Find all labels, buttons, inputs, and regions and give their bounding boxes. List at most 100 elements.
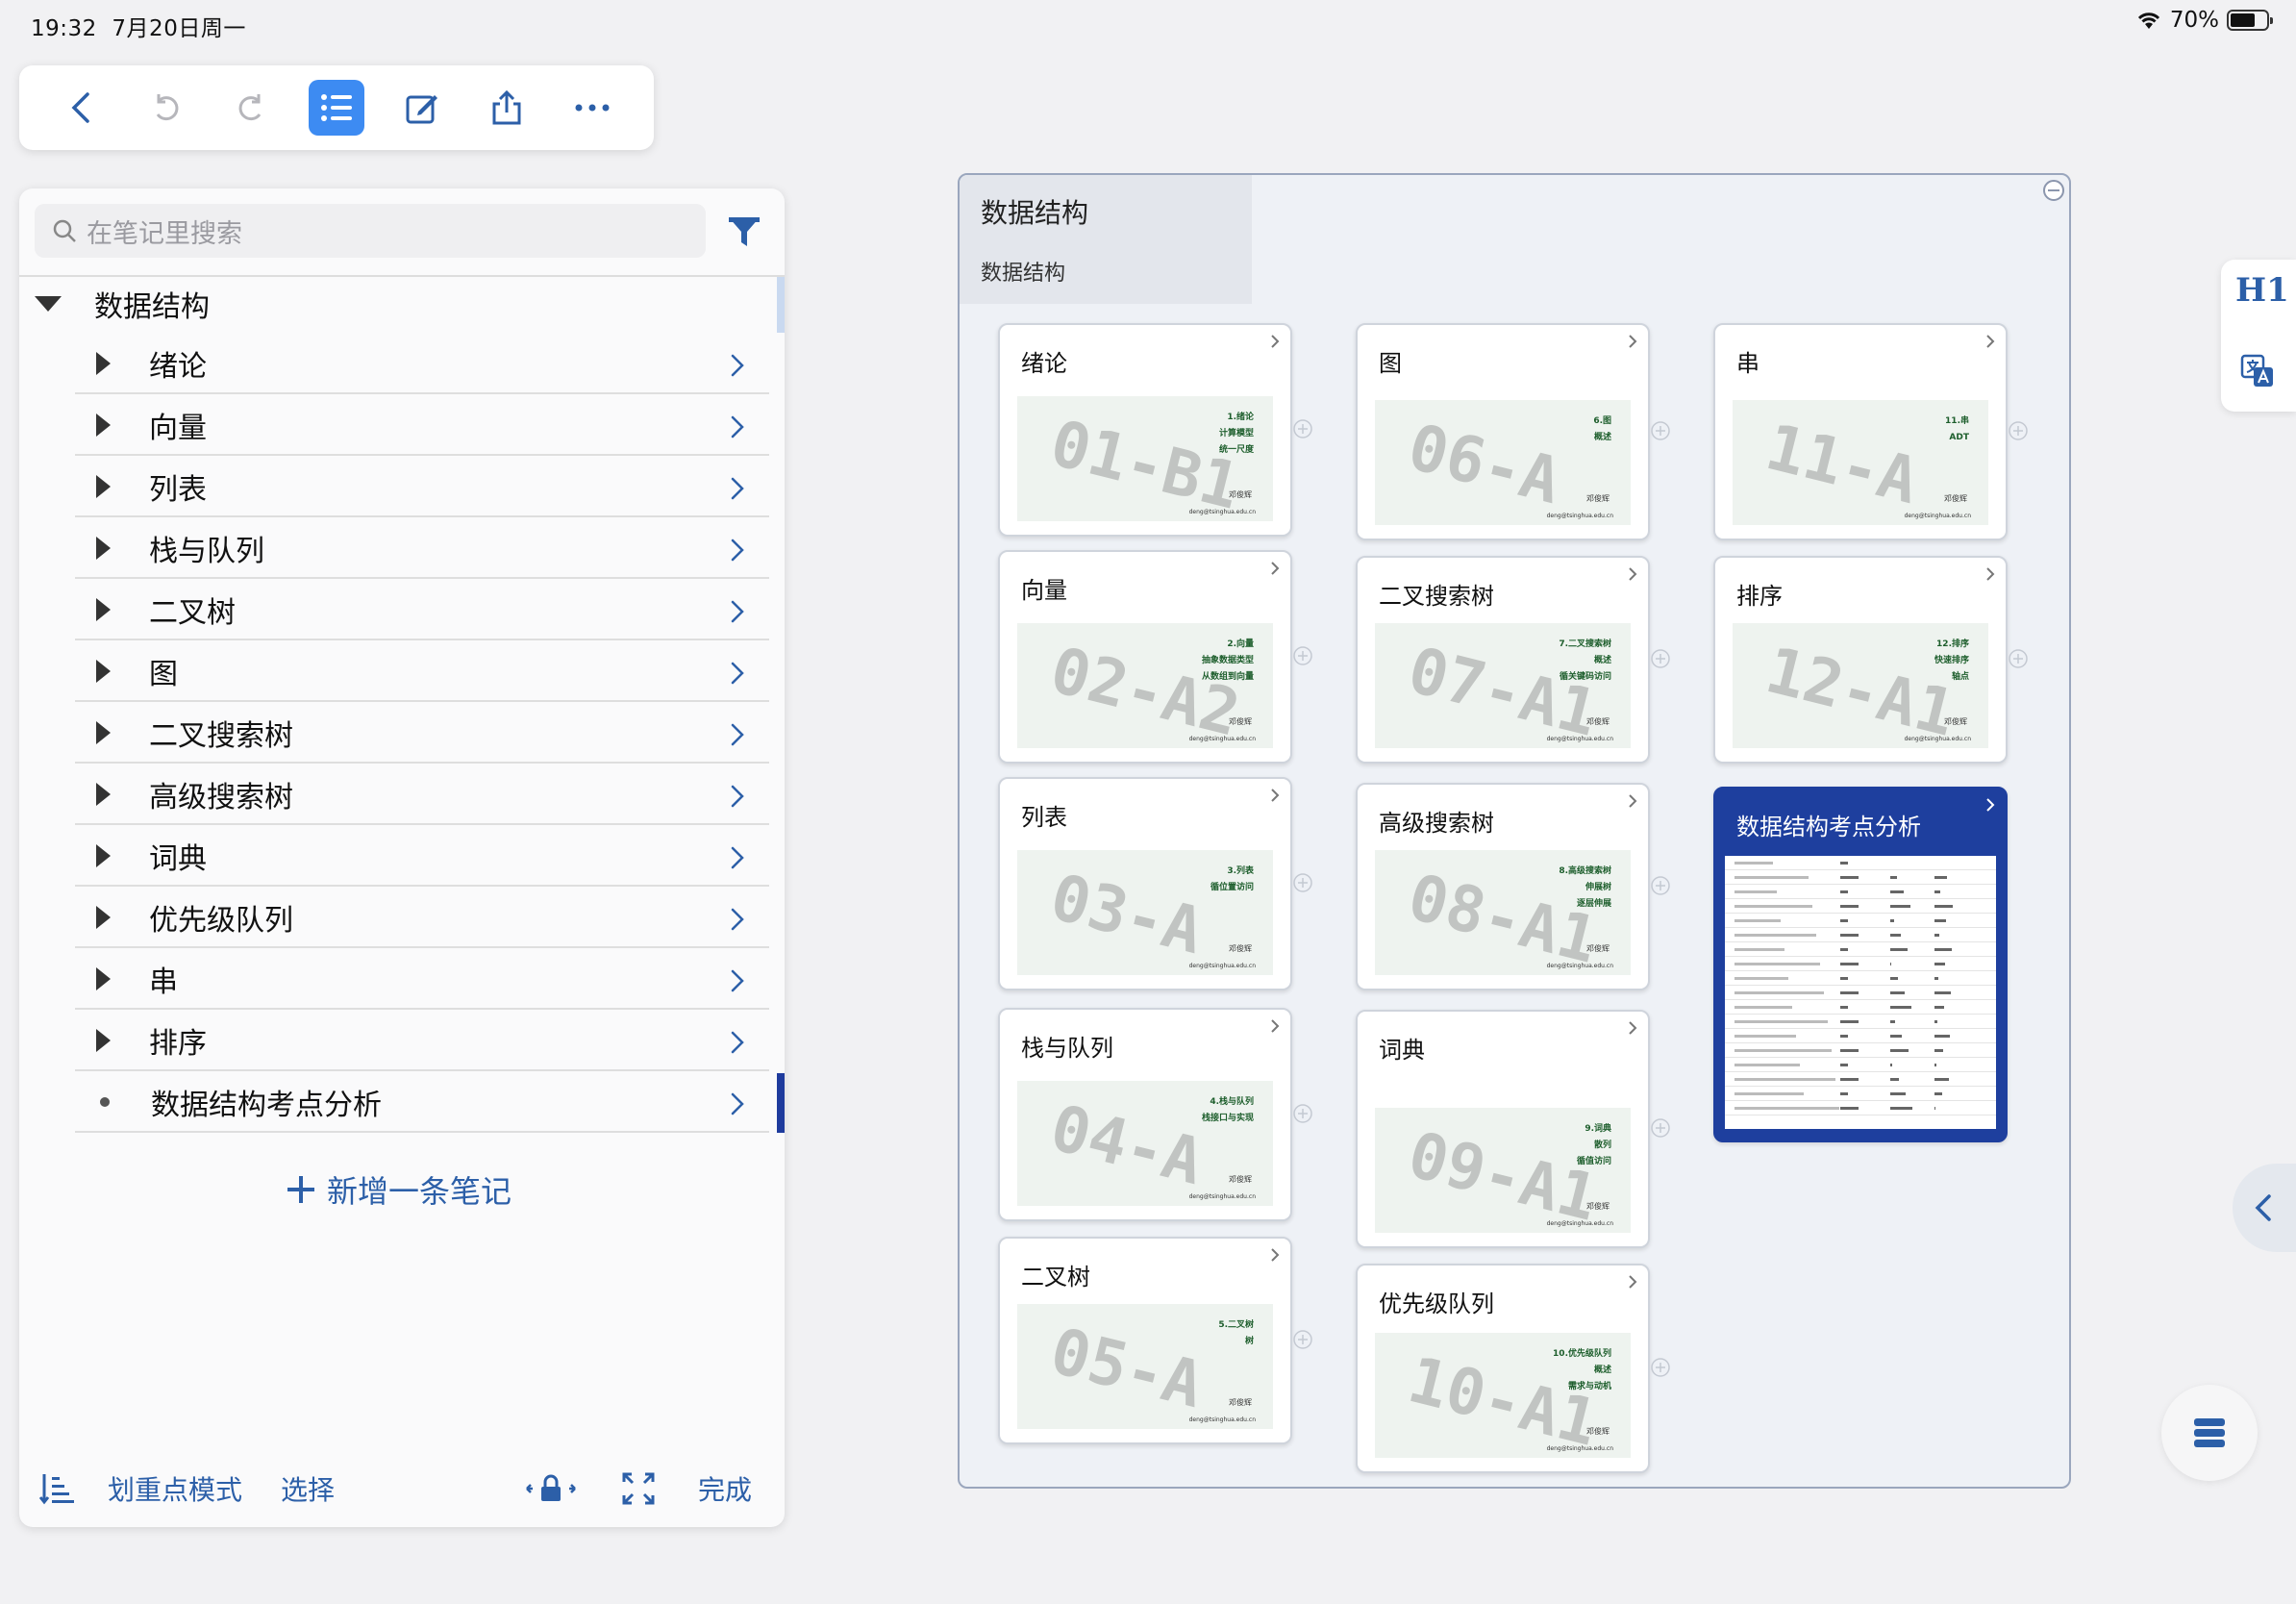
search-input[interactable]: 在笔记里搜索 [35,204,706,258]
chevron-right-icon[interactable] [729,1090,746,1117]
chevron-right-icon[interactable] [1627,565,1638,583]
expand-triangle-icon[interactable] [96,537,111,560]
tree-item[interactable]: 二叉树 [75,581,769,640]
mindmap-card[interactable]: 排序 12-A1 12.排序 快速排序 轴点 邓俊辉 deng@tsinghua.edu.c… [1713,556,2028,764]
expand-triangle-icon[interactable] [96,967,111,990]
expand-triangle-icon[interactable] [96,660,111,683]
add-child-icon[interactable] [1650,420,1671,441]
add-child-icon[interactable] [1292,645,1313,666]
chevron-right-icon[interactable] [1269,787,1281,804]
chevron-right-icon[interactable] [729,906,746,933]
chevron-right-icon[interactable] [729,475,746,502]
chevron-right-icon[interactable] [729,352,746,379]
chevron-right-icon[interactable] [1627,1019,1638,1037]
edit-button[interactable] [394,80,450,136]
expand-panel-button[interactable] [2233,1164,2296,1252]
heading-button[interactable]: H1 [2235,271,2289,310]
layout-menu-button[interactable] [2161,1385,2258,1481]
chevron-right-icon[interactable] [729,1029,746,1056]
mindmap-card[interactable]: 列表 03-A 3.列表 循位置访问 邓俊辉 deng@tsinghua.edu.cn [998,777,1312,990]
chevron-right-icon[interactable] [1627,1273,1638,1291]
translate-icon[interactable] [2240,354,2275,388]
done-button[interactable]: 完成 [698,1469,752,1508]
mindmap-card[interactable]: 数据结构考点分析 [1713,787,2008,1142]
sort-icon[interactable] [38,1471,75,1506]
add-child-icon[interactable] [1292,1103,1313,1124]
add-child-icon[interactable] [2008,648,2029,669]
collapse-button[interactable] [2042,179,2065,206]
chevron-right-icon[interactable] [729,537,746,564]
expand-triangle-icon[interactable] [96,783,111,806]
tree-item[interactable]: 列表 [75,458,769,517]
tree-item[interactable]: 数据结构考点分析 [75,1073,769,1133]
chevron-right-icon[interactable] [1269,1017,1281,1035]
filter-button[interactable] [727,215,761,252]
chevron-right-icon[interactable] [729,783,746,810]
chevron-right-icon[interactable] [1627,333,1638,350]
chevron-right-icon[interactable] [1984,333,1996,350]
expand-triangle-icon[interactable] [96,598,111,621]
add-child-icon[interactable] [1292,1329,1313,1350]
expand-triangle-icon[interactable] [96,352,111,375]
chevron-right-icon[interactable] [1627,792,1638,810]
expand-triangle-icon[interactable] [96,721,111,744]
chevron-right-icon[interactable] [1984,565,1996,583]
add-note-button[interactable]: 新增一条笔记 [285,1167,512,1212]
mark-mode-button[interactable]: 划重点模式 [108,1469,242,1508]
expand-triangle-icon[interactable] [96,1029,111,1052]
chevron-right-icon[interactable] [729,598,746,625]
chevron-right-icon[interactable] [1984,796,1996,814]
outline-view-button[interactable] [308,80,364,136]
chevron-right-icon[interactable] [729,844,746,871]
undo-button[interactable] [138,80,194,136]
lock-direction-icon[interactable] [525,1472,577,1505]
share-button[interactable] [479,80,535,136]
mindmap-card[interactable]: 图 06-A 6.图 概述 邓俊辉 deng@tsinghua.edu.cn [1356,323,1670,540]
mindmap-card[interactable]: 二叉树 05-A 5.二叉树树邓俊辉 deng@tsinghua.edu.cn [998,1237,1312,1444]
mindmap-root-node[interactable]: 数据结构 数据结构 [960,175,1252,304]
add-child-icon[interactable] [1650,1357,1671,1378]
add-child-icon[interactable] [1650,648,1671,669]
add-child-icon[interactable] [1650,875,1671,896]
add-child-icon[interactable] [2008,420,2029,441]
tree-root[interactable]: 数据结构 [19,275,785,331]
mindmap-canvas[interactable]: 数据结构 数据结构 绪论 01-B1 1.绪论 计算模型 统一尺度 邓俊辉 deng@tsi… [958,173,2071,1489]
chevron-right-icon[interactable] [1269,560,1281,577]
more-button[interactable] [564,80,620,136]
expand-triangle-icon[interactable] [96,475,111,498]
chevron-right-icon[interactable] [1269,1246,1281,1264]
mindmap-card[interactable]: 词典 09-A1 9.词典 散列 循值访问 邓俊辉 deng@tsinghua.edu.cn [1356,1010,1670,1248]
tree-item[interactable]: 栈与队列 [75,519,769,579]
add-child-icon[interactable] [1650,1117,1671,1139]
tree-item[interactable]: 串 [75,950,769,1010]
chevron-right-icon[interactable] [729,967,746,994]
tree-item[interactable]: 高级搜索树 [75,765,769,825]
mindmap-card[interactable]: 串 11-A 11.串 ADT 邓俊辉 deng@tsinghua.edu.cn [1713,323,2028,540]
fullscreen-icon[interactable] [621,1471,656,1506]
mindmap-card[interactable]: 二叉搜索树 07-A1 7.二叉搜索树 概述 循关键码访问 邓俊辉 deng@tsinghu… [1356,556,1670,764]
chevron-right-icon[interactable] [729,721,746,748]
collapse-caret-icon[interactable] [35,296,62,312]
tree-item[interactable]: 词典 [75,827,769,887]
select-button[interactable]: 选择 [281,1469,335,1508]
back-button[interactable] [53,80,109,136]
mindmap-card[interactable]: 向量 02-A2 2.向量 抽象数据类型 从数组到向量 邓俊辉 deng@tsinghua.… [998,550,1312,764]
mindmap-card[interactable]: 高级搜索树 08-A1 8.高级搜索树 伸展树 逐层伸展 邓俊辉 deng@tsinghua… [1356,783,1670,990]
mindmap-card[interactable]: 优先级队列 10-A1 10.优先级队列 概述 需求与动机 邓俊辉 deng@tsinghu… [1356,1264,1670,1473]
chevron-right-icon[interactable] [729,414,746,440]
add-child-icon[interactable] [1292,872,1313,893]
tree-item[interactable]: 排序 [75,1012,769,1071]
bullet-icon[interactable] [100,1097,110,1107]
mindmap-card[interactable]: 栈与队列 04-A 4.栈与队列 栈接口与实现 邓俊辉 deng@tsinghua.edu… [998,1008,1312,1221]
chevron-right-icon[interactable] [1269,333,1281,350]
add-child-icon[interactable] [1292,418,1313,439]
expand-triangle-icon[interactable] [96,906,111,929]
mindmap-card[interactable]: 绪论 01-B1 1.绪论 计算模型 统一尺度 邓俊辉 deng@tsinghua.edu.… [998,323,1312,537]
chevron-right-icon[interactable] [729,660,746,687]
tree-item[interactable]: 向量 [75,396,769,456]
redo-button[interactable] [223,80,279,136]
expand-triangle-icon[interactable] [96,414,111,437]
tree-item[interactable]: 图 [75,642,769,702]
tree-item[interactable]: 绪论 [75,335,769,394]
tree-item[interactable]: 二叉搜索树 [75,704,769,764]
